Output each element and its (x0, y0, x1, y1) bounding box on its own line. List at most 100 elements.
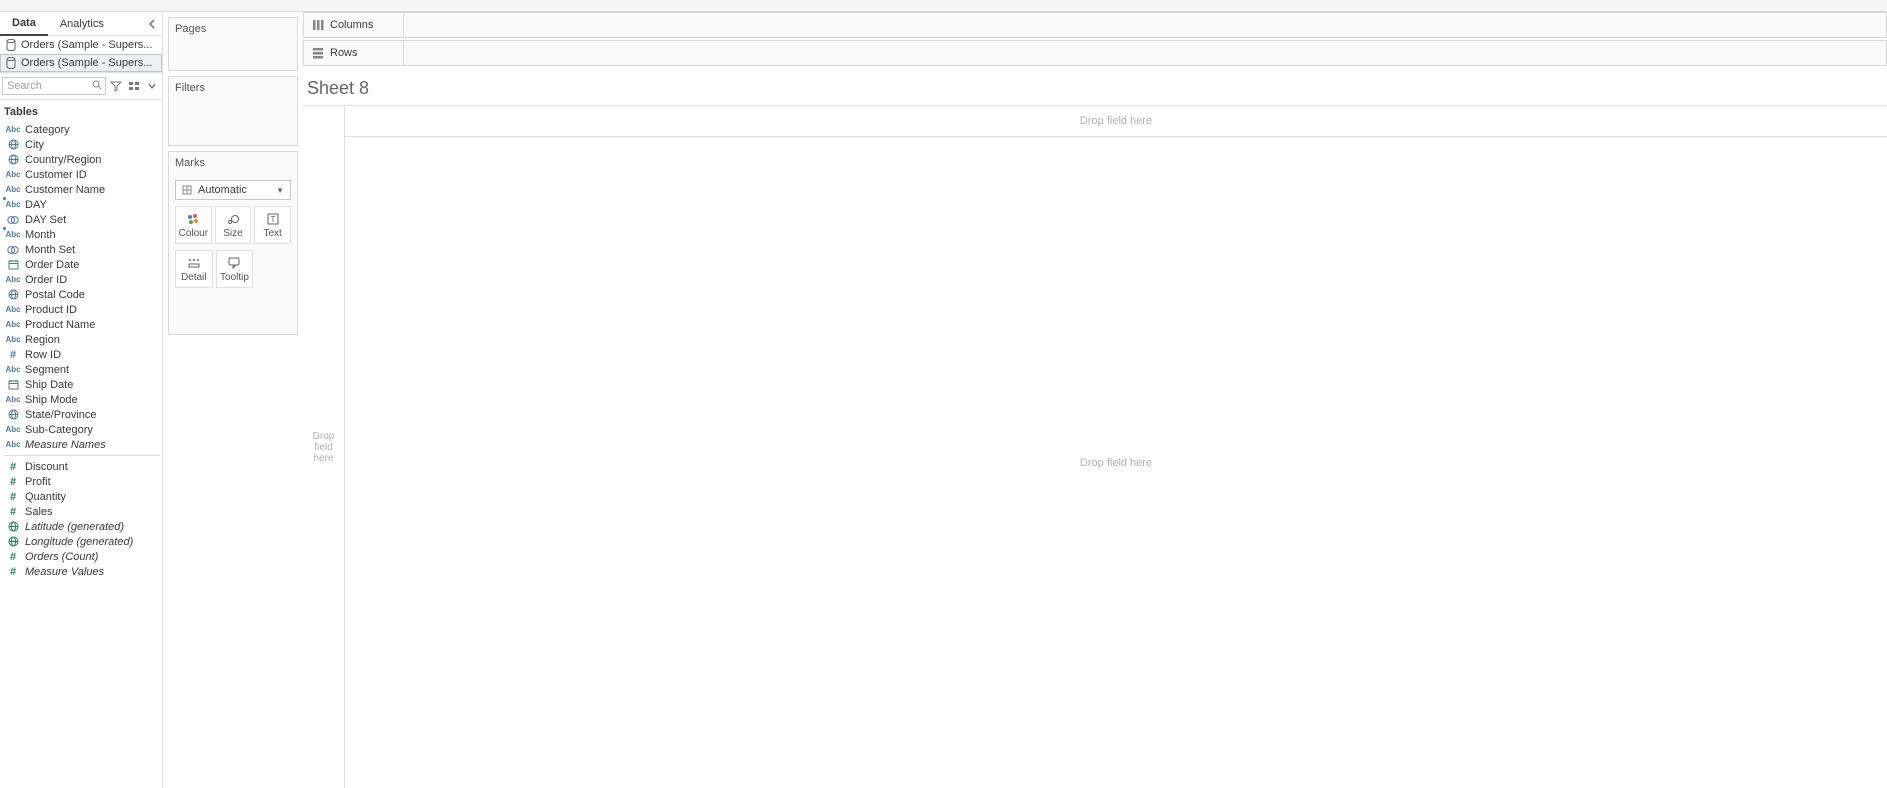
drop-rows-hint: Dropfieldhere (313, 431, 335, 464)
field-item[interactable]: AbcMeasure Names (4, 437, 160, 452)
field-label: Orders (Count) (25, 551, 98, 563)
field-label: Product ID (25, 304, 77, 316)
drop-rows-target[interactable]: Dropfieldhere (303, 105, 345, 788)
search-input[interactable] (2, 77, 106, 95)
field-label: Quantity (25, 491, 66, 503)
field-item[interactable]: #Discount (4, 459, 160, 474)
database-icon (5, 39, 17, 51)
mark-colour-button[interactable]: Colour (175, 206, 212, 244)
dropdown-caret-icon[interactable] (144, 78, 160, 94)
chevron-down-icon: ▼ (276, 186, 284, 195)
field-label: Customer ID (25, 169, 87, 181)
field-item[interactable]: Postal Code (4, 287, 160, 302)
field-label: Sales (25, 506, 53, 518)
filters-shelf[interactable]: Filters (168, 76, 298, 146)
field-item[interactable]: AbcMonth (4, 227, 160, 242)
hash-icon: # (6, 476, 20, 488)
field-item[interactable]: AbcCustomer Name (4, 182, 160, 197)
data-pane-tabs: Data Analytics (0, 12, 162, 36)
columns-shelf[interactable]: Columns (303, 12, 1887, 38)
main-toolbar (0, 0, 1887, 12)
field-label: Discount (25, 461, 68, 473)
data-source-item[interactable]: Orders (Sample - Supers... (0, 36, 162, 54)
field-item[interactable]: #Row ID (4, 347, 160, 362)
field-item[interactable]: # Orders (Count) (4, 549, 160, 564)
hash-icon: # (6, 566, 20, 578)
field-label: Postal Code (25, 289, 85, 301)
filter-icon[interactable] (108, 78, 124, 94)
field-item[interactable]: AbcOrder ID (4, 272, 160, 287)
field-label: Category (25, 124, 70, 136)
tab-analytics[interactable]: Analytics (48, 13, 116, 35)
field-item[interactable]: DAY Set (4, 212, 160, 227)
field-item[interactable]: Ship Date (4, 377, 160, 392)
field-label: Month (25, 229, 56, 241)
field-label: State/Province (25, 409, 97, 421)
field-item[interactable]: # Sales (4, 504, 160, 519)
field-item[interactable]: Latitude (generated) (4, 519, 160, 534)
mark-detail-button[interactable]: Detail (175, 250, 213, 288)
detail-icon (187, 256, 201, 270)
collapse-sidebar-icon[interactable] (142, 19, 162, 29)
field-label: Ship Mode (25, 394, 78, 406)
search-icon (92, 80, 102, 90)
data-source-item[interactable]: Orders (Sample - Supers... (0, 54, 162, 72)
field-item[interactable]: Order Date (4, 257, 160, 272)
mark-tooltip-label: Tooltip (220, 272, 249, 283)
drop-columns-hint: Drop field here (1080, 115, 1152, 127)
field-separator (4, 455, 160, 456)
pages-label: Pages (169, 18, 297, 40)
field-item[interactable]: Month Set (4, 242, 160, 257)
rows-shelf[interactable]: Rows (303, 40, 1887, 66)
mark-text-label: Text (263, 228, 281, 239)
field-item[interactable]: AbcCategory (4, 122, 160, 137)
hash-icon: # (6, 551, 20, 563)
field-label: Product Name (25, 319, 95, 331)
colour-icon (186, 212, 200, 226)
mark-tooltip-button[interactable]: Tooltip (216, 250, 254, 288)
drop-main-target[interactable]: Drop field here (345, 137, 1887, 788)
mark-type-select[interactable]: Automatic ▼ (175, 180, 291, 200)
globe-icon (6, 139, 20, 151)
field-item[interactable]: AbcRegion (4, 332, 160, 347)
pages-shelf[interactable]: Pages (168, 17, 298, 71)
field-label: Segment (25, 364, 69, 376)
tab-data[interactable]: Data (0, 12, 48, 36)
field-item[interactable]: #Quantity (4, 489, 160, 504)
abc-icon: Abc (6, 199, 20, 211)
field-item[interactable]: State/Province (4, 407, 160, 422)
field-item[interactable]: AbcProduct ID (4, 302, 160, 317)
field-item[interactable]: Abc Product Name (4, 317, 160, 332)
sheet-title[interactable]: Sheet 8 (303, 68, 1887, 105)
field-label: Latitude (generated) (25, 521, 124, 533)
field-label: Sub-Category (25, 424, 93, 436)
field-item[interactable]: City (4, 137, 160, 152)
field-item[interactable]: AbcDAY (4, 197, 160, 212)
search-row (0, 72, 162, 100)
shelves-column: Pages Filters Marks Automatic ▼ Colo (163, 12, 303, 788)
hash-icon: # (6, 506, 20, 518)
view-canvas[interactable]: Dropfieldhere Drop field here Drop field… (303, 105, 1887, 788)
field-label: Measure Names (25, 439, 106, 451)
mark-size-button[interactable]: Size (215, 206, 252, 244)
field-item[interactable]: AbcShip Mode (4, 392, 160, 407)
date-icon (6, 259, 20, 271)
field-item[interactable]: #Profit (4, 474, 160, 489)
mark-size-label: Size (223, 228, 242, 239)
view-mode-icon[interactable] (126, 78, 142, 94)
field-item[interactable]: AbcSub-Category (4, 422, 160, 437)
drop-columns-target[interactable]: Drop field here (345, 105, 1887, 137)
field-item[interactable]: Country/Region (4, 152, 160, 167)
marks-card: Marks Automatic ▼ ColourSizeTText Detail… (168, 151, 298, 335)
field-item[interactable]: AbcSegment (4, 362, 160, 377)
field-item[interactable]: Longitude (generated) (4, 534, 160, 549)
size-icon (226, 212, 240, 226)
abc-icon: Abc (6, 319, 20, 331)
mark-text-button[interactable]: TText (254, 206, 291, 244)
field-item[interactable]: AbcCustomer ID (4, 167, 160, 182)
data-source-name: Orders (Sample - Supers... (21, 57, 152, 69)
field-item[interactable]: #Measure Values (4, 564, 160, 579)
set-icon (6, 244, 20, 256)
field-label: Region (25, 334, 60, 346)
rows-label: Rows (330, 47, 358, 59)
